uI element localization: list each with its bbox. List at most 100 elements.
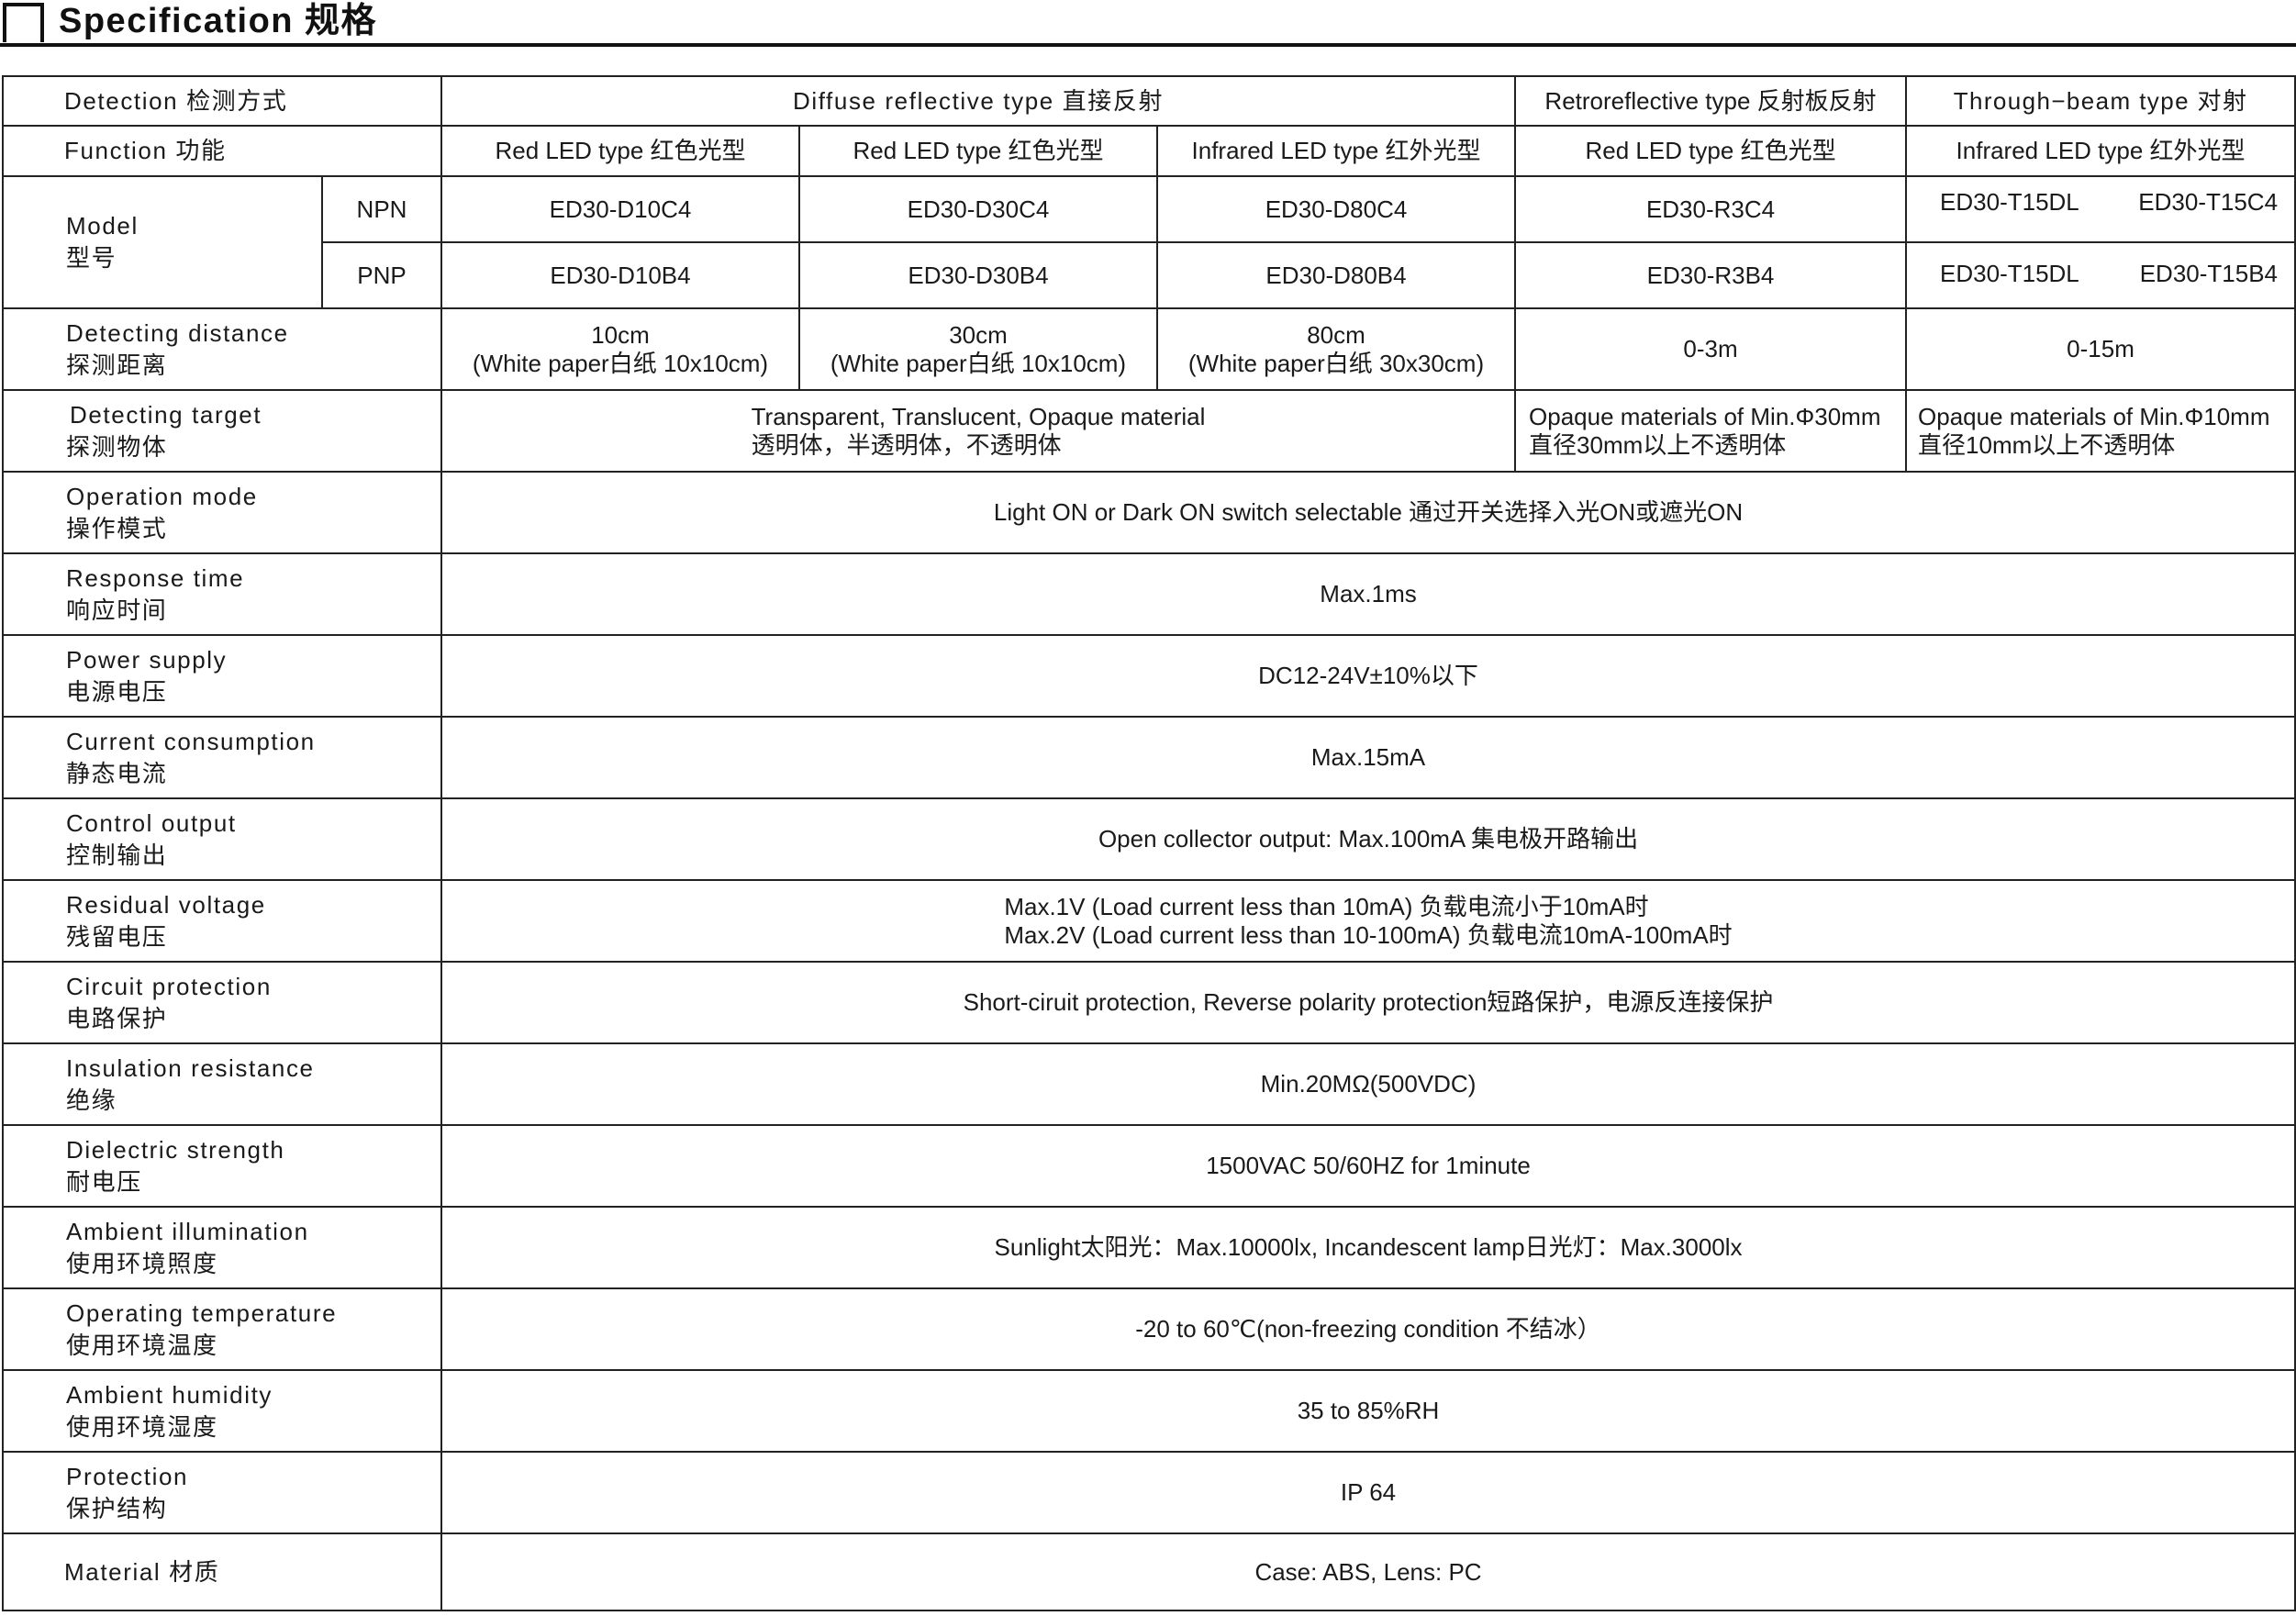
row-label-en: Current consumption <box>66 727 316 755</box>
residual-line-1: Max.1V (Load current less than 10mA) 负载电… <box>1004 892 1649 920</box>
function-label: Function 功能 <box>2 125 442 177</box>
distance-note: (White paper白纸 10x10cm) <box>472 349 769 377</box>
distance-note: (White paper白纸 10x10cm) <box>830 349 1127 377</box>
distance-cell: 80cm (White paper白纸 30x30cm) <box>1155 307 1517 391</box>
target-diffuse-cn: 透明体，半透明体，不透明体 <box>751 430 1062 459</box>
row-current-consumption: Current consumption 静态电流 Max.15mA <box>2 716 2296 799</box>
target-retro-cn: 直径30mm以上不透明体 <box>1529 430 1787 459</box>
through-header: Through−beam type 对射 <box>1905 75 2296 127</box>
detection-label: Detection 检测方式 <box>2 75 442 127</box>
row-label-en: Response time <box>66 563 245 592</box>
row-label: Power supply 电源电压 <box>2 634 442 718</box>
row-value: Light ON or Dark ON switch selectable 通过… <box>440 471 2296 554</box>
row-target: Detecting target 探测物体 Transparent, Trans… <box>2 389 2296 473</box>
model-cell: ED30-T15DL <box>1940 260 2079 287</box>
row-insulation-resistance: Insulation resistance 绝缘 Min.20MΩ(500VDC… <box>2 1042 2296 1126</box>
function-cell: Red LED type 红色光型 <box>440 125 800 177</box>
page-title: Specification 规格 <box>59 2 378 40</box>
row-ambient-illumination: Ambient illumination 使用环境照度 Sunlight太阳光：… <box>2 1206 2296 1289</box>
row-value: 1500VAC 50/60HZ for 1minute <box>440 1124 2296 1208</box>
target-through-cn: 直径10mm以上不透明体 <box>1918 430 2176 459</box>
row-value: Case: ABS, Lens: PC <box>440 1532 2296 1611</box>
row-value: -20 to 60℃(non-freezing condition 不结冰） <box>440 1287 2296 1371</box>
residual-cell: Max.1V (Load current less than 10mA) 负载电… <box>440 879 2296 963</box>
row-control-output: Control output 控制输出 Open collector outpu… <box>2 797 2296 881</box>
model-cell-pair: ED30-T15DL ED30-T15C4 <box>1905 175 2296 243</box>
distance-label-cn: 探测距离 <box>66 351 168 379</box>
row-label-cn: 使用环境湿度 <box>66 1412 218 1441</box>
row-label-en: Protection <box>66 1462 189 1490</box>
target-label-cn: 探测物体 <box>66 432 168 461</box>
target-diffuse-en: Transparent, Translucent, Opaque materia… <box>751 402 1206 430</box>
row-value: DC12-24V±10%以下 <box>440 634 2296 718</box>
residual-line-2: Max.2V (Load current less than 10-100mA)… <box>1004 920 1733 949</box>
material-label: Material 材质 <box>2 1532 442 1611</box>
row-label-cn: 电路保护 <box>66 1004 168 1032</box>
retro-header: Retroreflective type 反射板反射 <box>1514 75 1908 127</box>
row-label: Operating temperature 使用环境温度 <box>2 1287 442 1371</box>
model-cell: ED30-R3C4 <box>1514 175 1908 243</box>
distance-cell: 10cm (White paper白纸 10x10cm) <box>440 307 800 391</box>
row-response-time: Response time 响应时间 Max.1ms <box>2 552 2296 636</box>
function-cell: Red LED type 红色光型 <box>798 125 1158 177</box>
section-header: Specification 规格 <box>0 0 2296 48</box>
row-label: Operation mode 操作模式 <box>2 471 442 554</box>
distance-cell: 0-3m <box>1514 307 1908 391</box>
row-value: IP 64 <box>440 1451 2296 1534</box>
distance-value: 80cm <box>1307 320 1365 349</box>
model-cell: ED30-T15DL <box>1940 188 2079 216</box>
distance-label-en: Detecting distance <box>66 318 289 347</box>
row-ambient-humidity: Ambient humidity 使用环境湿度 35 to 85%RH <box>2 1369 2296 1453</box>
row-label-cn: 保护结构 <box>66 1494 168 1522</box>
row-label-en: Control output <box>66 808 237 837</box>
row-label-cn: 操作模式 <box>66 514 168 542</box>
model-label: Model 型号 <box>2 175 323 309</box>
distance-cell: 30cm (White paper白纸 10x10cm) <box>798 307 1158 391</box>
row-dielectric-strength: Dielectric strength 耐电压 1500VAC 50/60HZ … <box>2 1124 2296 1208</box>
row-label: Residual voltage 残留电压 <box>2 879 442 963</box>
row-protection: Protection 保护结构 IP 64 <box>2 1451 2296 1534</box>
row-model-npn: Model 型号 NPN ED30-D10C4 ED30-D30C4 ED30-… <box>2 175 2296 309</box>
row-detection: Detection 检测方式 Diffuse reflective type 直… <box>2 75 2296 127</box>
row-label-en: Dielectric strength <box>66 1135 285 1164</box>
row-label-en: Power supply <box>66 645 228 674</box>
row-label: Dielectric strength 耐电压 <box>2 1124 442 1208</box>
row-label-en: Operation mode <box>66 482 258 510</box>
row-label: Response time 响应时间 <box>2 552 442 636</box>
target-retro-cell: Opaque materials of Min.Φ30mm 直径30mm以上不透… <box>1514 389 1908 473</box>
row-value: Short-ciruit protection, Reverse polarit… <box>440 961 2296 1044</box>
row-label-cn: 耐电压 <box>66 1167 142 1196</box>
model-cell: ED30-R3B4 <box>1514 241 1908 309</box>
row-label: Circuit protection 电路保护 <box>2 961 442 1044</box>
header-box-icon <box>3 3 44 42</box>
model-cell: ED30-D30B4 <box>798 241 1158 309</box>
row-residual-voltage: Residual voltage 残留电压 Max.1V (Load curre… <box>2 879 2296 963</box>
row-label-cn: 响应时间 <box>66 596 168 624</box>
model-cell: ED30-D10B4 <box>440 241 800 309</box>
target-through-en: Opaque materials of Min.Φ10mm <box>1918 402 2270 430</box>
row-power-supply: Power supply 电源电压 DC12-24V±10%以下 <box>2 634 2296 718</box>
row-distance: Detecting distance 探测距离 10cm (White pape… <box>2 307 2296 391</box>
row-label: Control output 控制输出 <box>2 797 442 881</box>
row-label-cn: 静态电流 <box>66 759 168 787</box>
model-label-cn: 型号 <box>66 244 117 272</box>
distance-label: Detecting distance 探测距离 <box>2 307 442 391</box>
row-label: Ambient humidity 使用环境湿度 <box>2 1369 442 1453</box>
header-rule <box>0 43 2296 47</box>
row-label-cn: 绝缘 <box>66 1086 117 1114</box>
diffuse-header: Diffuse reflective type 直接反射 <box>440 75 1517 127</box>
target-retro-en: Opaque materials of Min.Φ30mm <box>1529 402 1881 430</box>
model-cell: ED30-T15B4 <box>2139 260 2279 287</box>
pnp-label: PNP <box>321 241 442 309</box>
row-model-pnp: PNP ED30-D10B4 ED30-D30B4 ED30-D80B4 ED3… <box>3 241 2296 309</box>
model-label-en: Model <box>66 212 139 240</box>
spec-table: Detection 检测方式 Diffuse reflective type 直… <box>2 75 2296 1611</box>
row-value: Sunlight太阳光：Max.10000lx, Incandescent la… <box>440 1206 2296 1289</box>
row-label: Protection 保护结构 <box>2 1451 442 1534</box>
row-label: Ambient illumination 使用环境照度 <box>2 1206 442 1289</box>
row-label-cn: 残留电压 <box>66 922 168 951</box>
row-operation-mode: Operation mode 操作模式 Light ON or Dark ON … <box>2 471 2296 554</box>
row-label-en: Residual voltage <box>66 890 266 919</box>
distance-note: (White paper白纸 30x30cm) <box>1187 349 1485 377</box>
model-cell-pair: ED30-T15DL ED30-T15B4 <box>1905 241 2296 309</box>
